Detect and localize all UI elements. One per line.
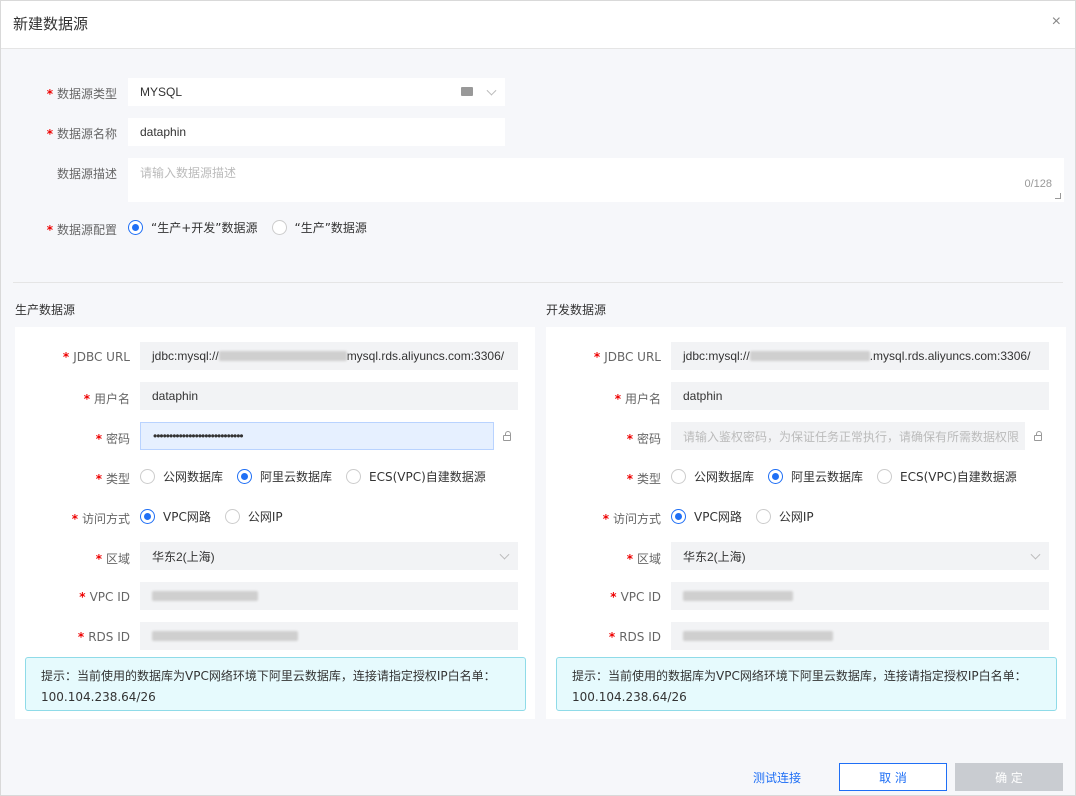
prod-access-public[interactable]: 公网IP	[224, 508, 283, 525]
type-value: MYSQL	[140, 85, 183, 99]
prod-jdbc-input[interactable]: jdbc:mysql:// mysql.rds.aliyuncs.com:330…	[140, 342, 518, 370]
dev-access-vpc[interactable]: VPC网路	[671, 508, 742, 525]
tip-text: 提示：当前使用的数据库为VPC网络环境下阿里云数据库，连接请指定授权IP白名单：	[572, 669, 1027, 683]
prod-type-aliyun[interactable]: 阿里云数据库	[237, 468, 332, 485]
dev-access-radio-group: VPC网路 公网IP	[671, 508, 828, 525]
radio-unchecked-icon	[877, 469, 893, 484]
tip-ip: 100.104.238.64/26	[572, 690, 687, 704]
chevron-down-icon	[486, 85, 497, 96]
config-label: * 数据源配置	[46, 223, 117, 237]
prod-user-label: * 用户名	[83, 392, 130, 406]
prod-type-ecs[interactable]: ECS(VPC)自建数据源	[346, 468, 486, 485]
config-option-prod[interactable]: “生产”数据源	[271, 219, 367, 236]
prod-rds-label: * RDS ID	[77, 630, 130, 644]
prod-jdbc-label: * JDBC URL	[62, 350, 130, 364]
dev-access-label: * 访问方式	[602, 512, 661, 526]
prod-region-select[interactable]: 华东2(上海)	[140, 542, 518, 570]
lock-icon	[1034, 431, 1042, 441]
new-datasource-dialog: 新建数据源 × * 数据源类型 MYSQL * 数据源名称 dataphin 数据源…	[0, 0, 1076, 796]
lock-icon	[503, 431, 511, 441]
radio-unchecked-icon	[271, 220, 287, 235]
dev-region-select[interactable]: 华东2(上海)	[671, 542, 1049, 570]
datasource-type-select[interactable]: MYSQL	[128, 78, 505, 106]
test-connection-link[interactable]: 测试连接	[753, 769, 801, 786]
dev-jdbc-label: * JDBC URL	[593, 350, 661, 364]
dev-type-aliyun[interactable]: 阿里云数据库	[768, 468, 863, 485]
dev-vpc-input[interactable]	[671, 582, 1049, 610]
redacted-text	[218, 351, 347, 361]
dev-access-public[interactable]: 公网IP	[755, 508, 814, 525]
radio-unchecked-icon	[140, 469, 155, 484]
prod-section-title: 生产数据源	[15, 303, 76, 317]
datasource-desc-textarea[interactable]: 请输入数据源描述 0/128	[128, 158, 1064, 202]
dev-user-label: * 用户名	[614, 392, 661, 406]
dev-rds-input[interactable]	[671, 622, 1049, 650]
tip-ip: 100.104.238.64/26	[41, 690, 156, 704]
prod-type-radio-group: 公网数据库 阿里云数据库 ECS(VPC)自建数据源	[140, 468, 500, 485]
radio-unchecked-icon	[346, 469, 362, 484]
dev-type-public[interactable]: 公网数据库	[671, 468, 754, 485]
prod-type-label: * 类型	[95, 472, 130, 486]
redacted-text	[749, 351, 870, 361]
desc-label: 数据源描述	[56, 167, 117, 181]
dev-region-label: * 区域	[626, 552, 661, 566]
dev-tip-box: 提示：当前使用的数据库为VPC网络环境下阿里云数据库，连接请指定授权IP白名单：…	[556, 657, 1057, 711]
radio-checked-icon	[671, 509, 686, 524]
desc-placeholder: 请输入数据源描述	[140, 166, 237, 180]
resize-handle[interactable]	[1055, 193, 1061, 199]
dev-jdbc-input[interactable]: jdbc:mysql:// .mysql.rds.aliyuncs.com:33…	[671, 342, 1049, 370]
config-option-prod-dev[interactable]: “生产+开发”数据源	[128, 219, 258, 236]
prod-access-radio-group: VPC网路 公网IP	[140, 508, 297, 525]
redacted-text	[683, 631, 833, 641]
redacted-text	[152, 631, 298, 641]
section-divider	[13, 282, 1063, 283]
desc-counter: 0/128	[1024, 178, 1052, 190]
dialog-title: 新建数据源	[13, 15, 89, 33]
radio-checked-icon	[768, 469, 784, 484]
dev-pwd-label: * 密码	[626, 432, 661, 446]
prod-pwd-label: * 密码	[95, 432, 130, 446]
radio-unchecked-icon	[224, 509, 240, 524]
radio-checked-icon	[140, 509, 155, 524]
chevron-down-icon	[1030, 549, 1041, 560]
radio-checked-icon	[237, 469, 253, 484]
prod-access-vpc[interactable]: VPC网路	[140, 508, 211, 525]
prod-password-input[interactable]: ••••••••••••••••••••••••••••	[140, 422, 494, 450]
prod-username-input[interactable]: dataphin	[140, 382, 518, 410]
name-value: dataphin	[140, 125, 187, 139]
redacted-text	[683, 591, 793, 601]
dev-vpc-label: * VPC ID	[610, 590, 661, 604]
prod-vpc-label: * VPC ID	[79, 590, 130, 604]
confirm-button[interactable]: 确 定	[955, 763, 1063, 791]
dev-type-ecs[interactable]: ECS(VPC)自建数据源	[877, 468, 1017, 485]
config-radio-group: “生产+开发”数据源 “生产”数据源	[128, 219, 381, 236]
dialog-header: 新建数据源 ×	[1, 1, 1075, 49]
dev-type-label: * 类型	[626, 472, 661, 486]
radio-unchecked-icon	[671, 469, 686, 484]
type-label: * 数据源类型	[46, 87, 117, 101]
dev-username-input[interactable]: datphin	[671, 382, 1049, 410]
datasource-name-input[interactable]: dataphin	[128, 118, 505, 146]
prod-rds-input[interactable]	[140, 622, 518, 650]
tip-text: 提示：当前使用的数据库为VPC网络环境下阿里云数据库，连接请指定授权IP白名单：	[41, 669, 496, 683]
radio-unchecked-icon	[755, 509, 771, 524]
redacted-text	[152, 591, 258, 601]
prod-region-label: * 区域	[95, 552, 130, 566]
chevron-down-icon	[499, 549, 510, 560]
radio-checked-icon	[128, 220, 143, 235]
prod-access-label: * 访问方式	[71, 512, 130, 526]
close-icon[interactable]: ×	[1052, 13, 1061, 31]
dev-rds-label: * RDS ID	[608, 630, 661, 644]
name-label: * 数据源名称	[46, 127, 117, 141]
database-icon	[461, 87, 473, 96]
dev-password-input[interactable]: 请输入鉴权密码，为保证任务正常执行，请确保有所需数据权限	[671, 422, 1025, 450]
dev-type-radio-group: 公网数据库 阿里云数据库 ECS(VPC)自建数据源	[671, 468, 1031, 485]
prod-type-public[interactable]: 公网数据库	[140, 468, 223, 485]
dev-section-title: 开发数据源	[546, 303, 607, 317]
cancel-button[interactable]: 取 消	[839, 763, 947, 791]
prod-tip-box: 提示：当前使用的数据库为VPC网络环境下阿里云数据库，连接请指定授权IP白名单：…	[25, 657, 526, 711]
prod-vpc-input[interactable]	[140, 582, 518, 610]
